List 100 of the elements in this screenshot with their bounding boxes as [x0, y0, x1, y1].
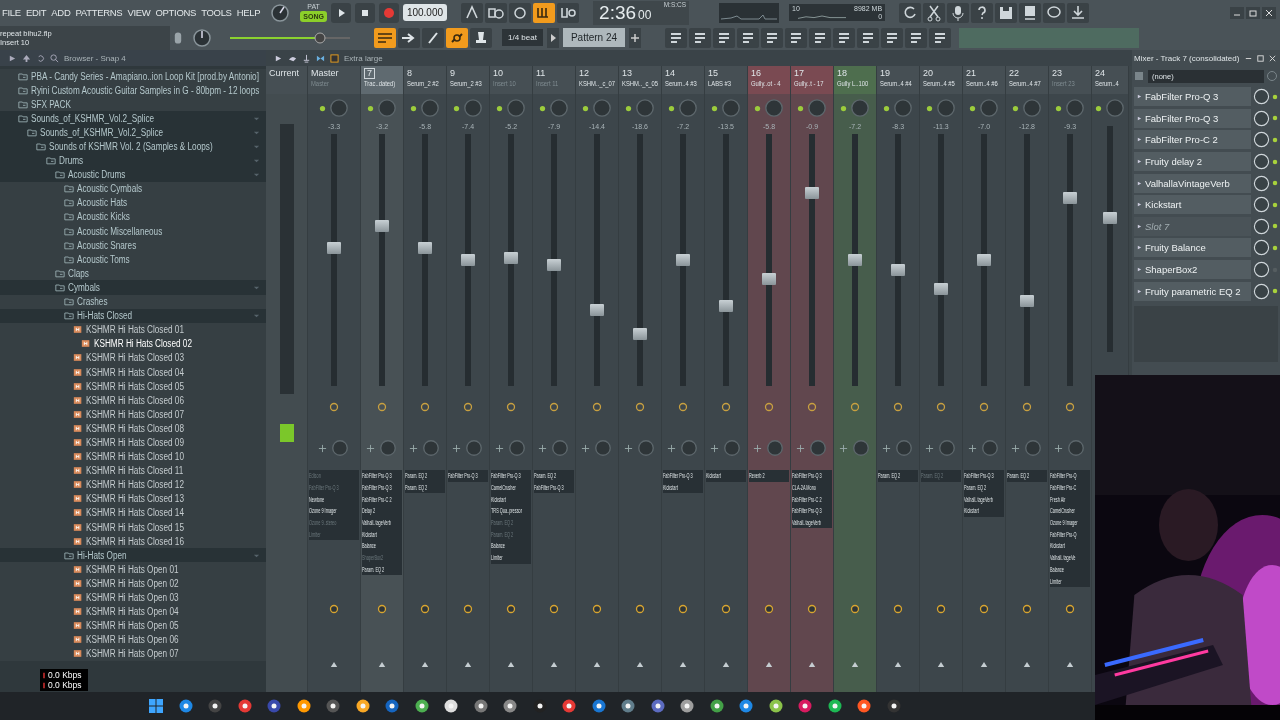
- route-icon[interactable]: [796, 443, 805, 453]
- play-button[interactable]: [330, 2, 351, 23]
- mute-led[interactable]: [410, 104, 417, 112]
- slot-led[interactable]: [1272, 115, 1278, 122]
- app-icon[interactable]: [738, 698, 755, 714]
- route-icon[interactable]: [667, 443, 676, 453]
- browser-item[interactable]: Cymbals: [0, 280, 266, 295]
- send-knob[interactable]: [1065, 604, 1075, 614]
- mute-led[interactable]: [1055, 104, 1062, 112]
- restore-button[interactable]: [1246, 6, 1260, 19]
- send-knob[interactable]: [807, 604, 817, 614]
- send-knob[interactable]: [463, 604, 473, 614]
- route-icon[interactable]: [753, 443, 762, 453]
- slot-led[interactable]: [1272, 137, 1278, 143]
- tempo-field[interactable]: 100.000: [402, 4, 448, 21]
- scissors-icon[interactable]: [923, 2, 946, 23]
- effect-slot[interactable]: ShaperBox2: [1134, 260, 1251, 280]
- fader-handle[interactable]: [762, 273, 776, 286]
- route-icon[interactable]: [452, 443, 461, 453]
- app-icon[interactable]: [590, 698, 607, 714]
- previous-pattern-button[interactable]: [546, 27, 559, 48]
- route-icon[interactable]: [925, 443, 934, 453]
- slot-led[interactable]: [1272, 244, 1278, 251]
- pitch-knob[interactable]: [192, 27, 212, 48]
- square-icon[interactable]: [330, 53, 339, 63]
- mute-led[interactable]: [711, 104, 718, 112]
- effect-slot[interactable]: FabFilter Pro-Q 3: [1134, 108, 1251, 128]
- menu-item[interactable]: PATTERNS: [75, 7, 123, 18]
- fader-handle[interactable]: [934, 282, 948, 295]
- stereo-knob[interactable]: [893, 402, 903, 412]
- undo-icon[interactable]: [36, 53, 45, 63]
- fader-handle[interactable]: [676, 254, 690, 266]
- send-knob[interactable]: [850, 604, 860, 614]
- app-icon[interactable]: [177, 698, 194, 714]
- route-arrow-icon[interactable]: [894, 661, 902, 668]
- route-arrow-icon[interactable]: [636, 661, 644, 668]
- bowtie-icon[interactable]: [316, 53, 325, 63]
- app-icon[interactable]: [767, 698, 784, 714]
- stereo-knob[interactable]: [678, 402, 688, 412]
- slot-led[interactable]: [1272, 223, 1278, 230]
- app-icon[interactable]: [413, 698, 430, 714]
- route-icon[interactable]: [624, 443, 633, 453]
- route-arrow-icon[interactable]: [679, 661, 687, 668]
- chat-icon[interactable]: [1043, 2, 1066, 23]
- browser-item[interactable]: KSHMR Hi Hats Closed 15: [0, 520, 266, 535]
- mute-led[interactable]: [367, 104, 374, 112]
- mix-knob[interactable]: [1253, 131, 1270, 149]
- browser-item[interactable]: Acoustic Miscellaneous: [0, 224, 266, 239]
- browser-item[interactable]: KSHMR Hi Hats Closed 08: [0, 421, 266, 436]
- browser-item[interactable]: KSHMR Hi Hats Closed 06: [0, 393, 266, 408]
- route-icon[interactable]: [968, 443, 977, 453]
- window-toggle-icon[interactable]: [689, 27, 712, 48]
- browser-item[interactable]: KSHMR Hi Hats Open 01: [0, 562, 266, 577]
- browser-item[interactable]: Acoustic Toms: [0, 252, 266, 267]
- fader-handle[interactable]: [1063, 191, 1077, 204]
- browser-item[interactable]: Hi-Hats Open: [0, 548, 266, 563]
- download-icon[interactable]: [1067, 2, 1090, 23]
- route-arrow-icon[interactable]: [330, 661, 338, 668]
- up-arrow-icon[interactable]: [22, 53, 31, 63]
- stereo-knob[interactable]: [329, 402, 339, 412]
- route-arrow-icon[interactable]: [980, 661, 988, 668]
- fader-handle[interactable]: [547, 258, 561, 271]
- mute-led[interactable]: [1095, 104, 1102, 112]
- route-icon[interactable]: [882, 443, 891, 453]
- restore-button[interactable]: [1256, 53, 1266, 63]
- app-icon[interactable]: [826, 698, 843, 714]
- stereo-knob[interactable]: [764, 402, 774, 412]
- send-knob[interactable]: [979, 604, 989, 614]
- mute-led[interactable]: [754, 104, 761, 112]
- mute-led[interactable]: [496, 104, 503, 112]
- mute-led[interactable]: [797, 104, 804, 112]
- send-knob[interactable]: [678, 604, 688, 614]
- send-knob[interactable]: [936, 604, 946, 614]
- effect-slot[interactable]: FabFilter Pro-Q 3: [1134, 87, 1251, 107]
- send-knob[interactable]: [329, 604, 339, 614]
- send-knob[interactable]: [721, 604, 731, 614]
- send-knob[interactable]: [377, 604, 387, 614]
- stamp-icon[interactable]: [470, 27, 492, 48]
- route-icon[interactable]: [366, 443, 375, 453]
- effect-slot[interactable]: ValhallaVintageVerb: [1134, 173, 1251, 193]
- fader-handle[interactable]: [805, 186, 819, 199]
- app-icon[interactable]: [266, 698, 283, 714]
- app-icon[interactable]: [679, 698, 696, 714]
- route-icon[interactable]: [1054, 443, 1063, 453]
- browser-item[interactable]: Sounds_of_KSHMR_Vol.2_Splice: [0, 125, 266, 140]
- browser-item[interactable]: KSHMR Hi Hats Closed 16: [0, 534, 266, 549]
- fader-handle[interactable]: [1020, 294, 1034, 307]
- window-toggle-icon[interactable]: [905, 27, 928, 48]
- route-arrow-icon[interactable]: [722, 661, 730, 668]
- route-arrow-icon[interactable]: [421, 661, 429, 668]
- route-icon[interactable]: [1011, 443, 1020, 453]
- browser-item[interactable]: Sounds_of_KSHMR_Vol.2_Splice: [0, 111, 266, 126]
- stereo-knob[interactable]: [463, 402, 473, 412]
- mute-led[interactable]: [883, 104, 890, 112]
- slot-led[interactable]: [1272, 158, 1278, 165]
- close-button[interactable]: [1268, 53, 1278, 63]
- add-pattern-button[interactable]: [629, 27, 642, 48]
- mute-led[interactable]: [453, 104, 460, 112]
- window-toggle-icon[interactable]: [833, 27, 856, 48]
- mix-knob[interactable]: [1253, 174, 1270, 192]
